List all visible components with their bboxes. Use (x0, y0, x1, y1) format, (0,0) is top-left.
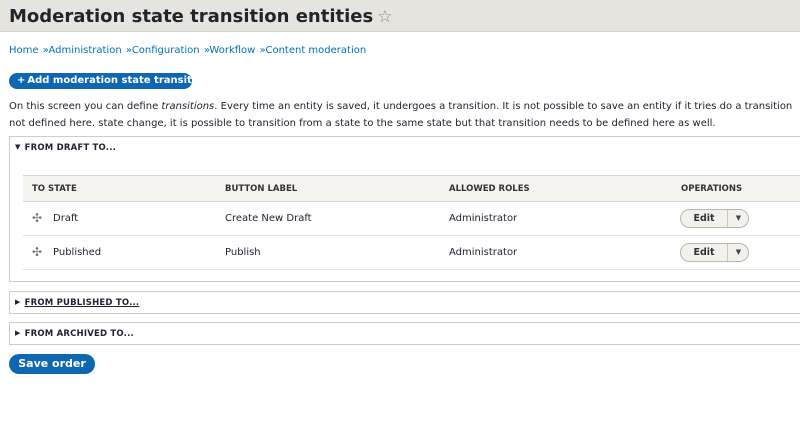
section-summary-label: FROM PUBLISHED TO... (24, 298, 140, 308)
description-emphasis: transitions (161, 101, 215, 112)
plus-icon: + (17, 75, 26, 86)
column-header-button-label: BUTTON LABEL (225, 184, 298, 194)
table-row: ✣ Published Publish Administrator Edit ▼ (23, 236, 800, 270)
to-state-cell: Draft (53, 213, 79, 224)
breadcrumb-content-moderation[interactable]: Content moderation (265, 45, 366, 56)
column-header-allowed-roles: ALLOWED ROLES (449, 184, 530, 194)
section-summary-label: FROM DRAFT TO... (24, 143, 117, 153)
breadcrumb-configuration[interactable]: Configuration (132, 45, 200, 56)
page-title-text: Moderation state transition entities (9, 6, 374, 27)
page-title: Moderation state transition entities ☆ (9, 6, 392, 27)
table-header: TO STATE BUTTON LABEL ALLOWED ROLES OPER… (23, 175, 800, 202)
save-order-button[interactable]: Save order (9, 354, 95, 374)
breadcrumb: Home »Administration »Configuration »Wor… (9, 45, 366, 56)
operations-dropbutton: Edit ▼ (680, 243, 749, 262)
add-transition-button[interactable]: + Add moderation state transition (9, 73, 209, 89)
page-description: On this screen you can define transition… (9, 98, 800, 132)
edit-button[interactable]: Edit (681, 210, 728, 227)
page-header: Moderation state transition entities ☆ (0, 0, 800, 32)
button-label-cell: Create New Draft (225, 213, 312, 224)
collapsed-triangle-icon: ▶ (15, 298, 21, 306)
breadcrumb-administration[interactable]: Administration (48, 45, 121, 56)
breadcrumb-home[interactable]: Home (9, 45, 39, 56)
description-before: On this screen you can define (9, 101, 162, 112)
collapsed-triangle-icon: ▶ (15, 329, 21, 337)
column-header-to-state: TO STATE (32, 184, 77, 194)
section-summary-from-published[interactable]: ▶ FROM PUBLISHED TO... (15, 298, 139, 308)
section-from-archived: ▶ FROM ARCHIVED TO... (9, 322, 800, 345)
allowed-roles-cell: Administrator (449, 247, 518, 258)
section-from-draft: ▼ FROM DRAFT TO... TO STATE BUTTON LABEL … (9, 136, 800, 282)
operations-dropbutton: Edit ▼ (680, 209, 749, 228)
section-from-published: ▶ FROM PUBLISHED TO... (9, 291, 800, 314)
add-transition-label: Add moderation state transition (27, 75, 210, 86)
section-summary-from-draft[interactable]: ▼ FROM DRAFT TO... (15, 143, 116, 153)
dropdown-toggle-icon[interactable]: ▼ (729, 210, 748, 227)
column-header-operations: OPERATIONS (681, 184, 743, 194)
breadcrumb-workflow[interactable]: Workflow (209, 45, 255, 56)
allowed-roles-cell: Administrator (449, 213, 518, 224)
table-row: ✣ Draft Create New Draft Administrator E… (23, 202, 800, 236)
button-label-cell: Publish (225, 247, 261, 258)
star-icon[interactable]: ☆ (377, 7, 392, 27)
drag-handle-icon[interactable]: ✣ (32, 212, 42, 224)
section-summary-from-archived[interactable]: ▶ FROM ARCHIVED TO... (15, 329, 134, 339)
edit-button[interactable]: Edit (681, 244, 728, 261)
to-state-cell: Published (53, 247, 102, 258)
section-summary-label: FROM ARCHIVED TO... (24, 329, 134, 339)
drag-handle-icon[interactable]: ✣ (32, 246, 42, 258)
expanded-triangle-icon: ▼ (15, 143, 21, 151)
dropdown-toggle-icon[interactable]: ▼ (729, 244, 748, 261)
